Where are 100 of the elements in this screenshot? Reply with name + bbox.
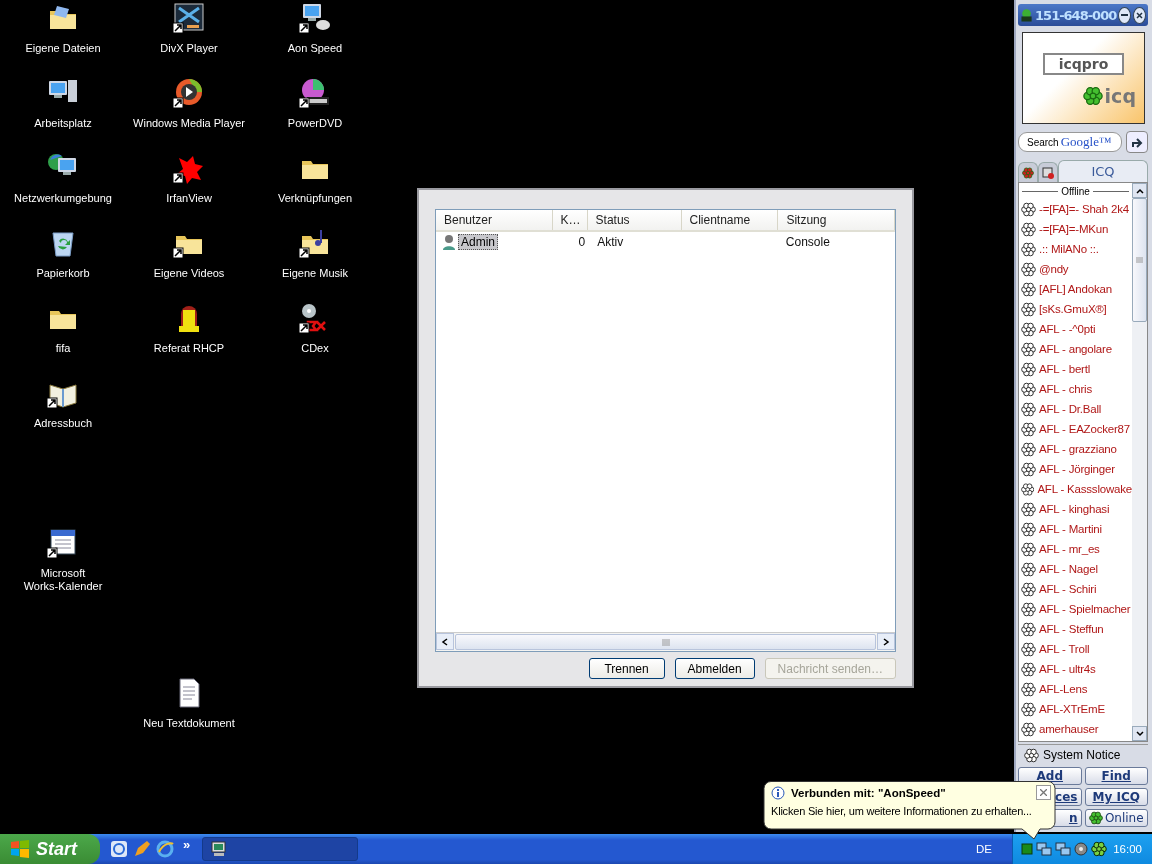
network-icon[interactable]: [1055, 841, 1071, 857]
banner[interactable]: icqpro icq: [1022, 32, 1145, 124]
contact-item[interactable]: AFL - Nagel: [1019, 559, 1132, 579]
icon-label[interactable]: DivX Player: [160, 42, 218, 55]
browser-icon[interactable]: [156, 840, 174, 858]
icon-label[interactable]: Windows Media Player: [133, 117, 245, 130]
contact-item[interactable]: AFL - Schiri: [1019, 579, 1132, 599]
icon-label[interactable]: PowerDVD: [287, 117, 343, 130]
flower-icon: [1021, 501, 1036, 517]
contact-item[interactable]: AFL - mr_es: [1019, 539, 1132, 559]
contact-item[interactable]: AFL - EAZocker87: [1019, 419, 1132, 439]
contact-item[interactable]: AFL - kinghasi: [1019, 499, 1132, 519]
icq-button[interactable]: Find: [1084, 767, 1148, 785]
contact-item[interactable]: @ndy: [1019, 259, 1132, 279]
group-header[interactable]: Offline: [1061, 185, 1090, 197]
play-icon[interactable]: [173, 77, 205, 109]
contact-item[interactable]: AFL - chris: [1019, 379, 1132, 399]
search-field[interactable]: Search Google™: [1018, 132, 1122, 152]
contact-item[interactable]: AFL - bertl: [1019, 359, 1132, 379]
go-button[interactable]: [1126, 131, 1148, 153]
status-icon[interactable]: [1021, 842, 1033, 856]
pencil-icon[interactable]: [133, 840, 151, 858]
icon-label[interactable]: IrfanView: [166, 192, 212, 205]
contact-item[interactable]: AFL - Martini: [1019, 519, 1132, 539]
flower-icon: [1021, 321, 1036, 337]
icon-label[interactable]: Eigene Musik: [281, 267, 348, 280]
column-header[interactable]: Sitzung: [778, 210, 895, 230]
more-button[interactable]: »: [183, 836, 191, 852]
disc-icon[interactable]: [1074, 842, 1088, 856]
icon-label[interactable]: Arbeitsplatz: [34, 117, 92, 130]
flower-icon: [1021, 281, 1036, 297]
calendar-icon[interactable]: [47, 527, 79, 559]
contact-item[interactable]: AFL - Jörginger: [1019, 459, 1132, 479]
icon-label[interactable]: Papierkorb: [36, 267, 90, 280]
flower-icon: [1024, 747, 1039, 763]
grip-icon[interactable]: [661, 638, 670, 646]
dialog-button[interactable]: Abmelden: [674, 658, 755, 679]
contact-item[interactable]: amerhauser: [1019, 719, 1132, 739]
icq-button[interactable]: My ICQ: [1084, 788, 1148, 806]
table-cell[interactable]: Admin: [458, 234, 498, 250]
contact-item[interactable]: AFL - Troll: [1019, 639, 1132, 659]
system-notice-item[interactable]: System Notice: [1018, 744, 1148, 765]
icon-label[interactable]: Referat RHCP: [153, 342, 225, 355]
icon-label[interactable]: Adressbuch: [33, 417, 93, 430]
close-button[interactable]: [1133, 6, 1146, 24]
contact-item[interactable]: AFL-Lens: [1019, 679, 1132, 699]
icon-label[interactable]: Neu Textdokument: [143, 717, 235, 730]
contact-item[interactable]: [AFL] Andokan: [1019, 279, 1132, 299]
contact-item[interactable]: AFL-XTrEmE: [1019, 699, 1132, 719]
icon-label[interactable]: Eigene Videos: [153, 267, 225, 280]
contact-item[interactable]: .:: MilANo ::.: [1019, 239, 1132, 259]
window-title: 151-648-000: [1035, 7, 1117, 23]
contact-item[interactable]: AFL - grazziano: [1019, 439, 1132, 459]
column-header[interactable]: Status: [587, 210, 682, 230]
video-player-icon[interactable]: [173, 2, 205, 34]
icon-label[interactable]: Microsoft Works-Kalender: [22, 567, 104, 593]
arrow-icon[interactable]: [1131, 136, 1143, 148]
contact-item[interactable]: AFL - ultr4s: [1019, 659, 1132, 679]
contact-item[interactable]: -=[FA]=-MKun: [1019, 219, 1132, 239]
table-cell-text: Console: [784, 235, 831, 249]
column-header[interactable]: Benutzer: [436, 210, 553, 230]
dialog-button[interactable]: Trennen: [588, 658, 665, 679]
close-icon[interactable]: [1136, 11, 1144, 19]
flower-icon: [1082, 86, 1103, 106]
grip-icon[interactable]: [1136, 256, 1143, 264]
tab[interactable]: ICQ: [1058, 160, 1148, 182]
vertical-scrollbar[interactable]: [1132, 183, 1147, 741]
globe-icon[interactable]: [110, 840, 128, 858]
disc-icon[interactable]: [299, 77, 331, 109]
icon-label[interactable]: Eigene Dateien: [25, 42, 101, 55]
network-computer-icon[interactable]: [299, 2, 331, 34]
icon-label[interactable]: Aon Speed: [287, 42, 343, 55]
icon-label[interactable]: fifa: [55, 342, 71, 355]
contact-item[interactable]: AFL - Steffun: [1019, 619, 1132, 639]
horizontal-scrollbar[interactable]: [436, 632, 895, 651]
contact-item[interactable]: AFL - -^0pti: [1019, 319, 1132, 339]
music-folder-icon[interactable]: [299, 227, 331, 259]
column-header[interactable]: K…: [552, 210, 588, 230]
column-header[interactable]: Clientname: [681, 210, 779, 230]
start-button[interactable]: Start: [0, 834, 100, 864]
icon-label[interactable]: Netzwerkumgebung: [14, 192, 112, 205]
info-icon: [771, 786, 785, 800]
table-cell-text: 0: [577, 235, 587, 249]
flower-icon: [1021, 621, 1036, 637]
contact-item[interactable]: [sKs.GmuX®]: [1019, 299, 1132, 319]
minimize-button[interactable]: [1118, 6, 1132, 24]
contact-item[interactable]: -=[FA]=- Shah 2k4: [1019, 199, 1132, 219]
contact-item[interactable]: AFL - angolare: [1019, 339, 1132, 359]
icon-label[interactable]: Verknüpfungen: [278, 192, 352, 205]
balloon-text: Klicken Sie hier, um weitere Informationen zu erhalten...: [771, 805, 1033, 817]
task-button[interactable]: [202, 837, 359, 861]
contact-item[interactable]: AFL - Kassslowake: [1019, 479, 1132, 499]
icon-label[interactable]: CDex: [301, 342, 329, 355]
status-button[interactable]: Online: [1084, 809, 1148, 827]
contact-item[interactable]: AFL - Dr.Ball: [1019, 399, 1132, 419]
network-icon[interactable]: [1036, 841, 1052, 857]
language-indicator[interactable]: DE: [976, 843, 992, 855]
flower-tab[interactable]: [1018, 162, 1038, 182]
contact-item[interactable]: AFL - Spielmacher: [1019, 599, 1132, 619]
minimize-icon[interactable]: [1121, 13, 1129, 17]
